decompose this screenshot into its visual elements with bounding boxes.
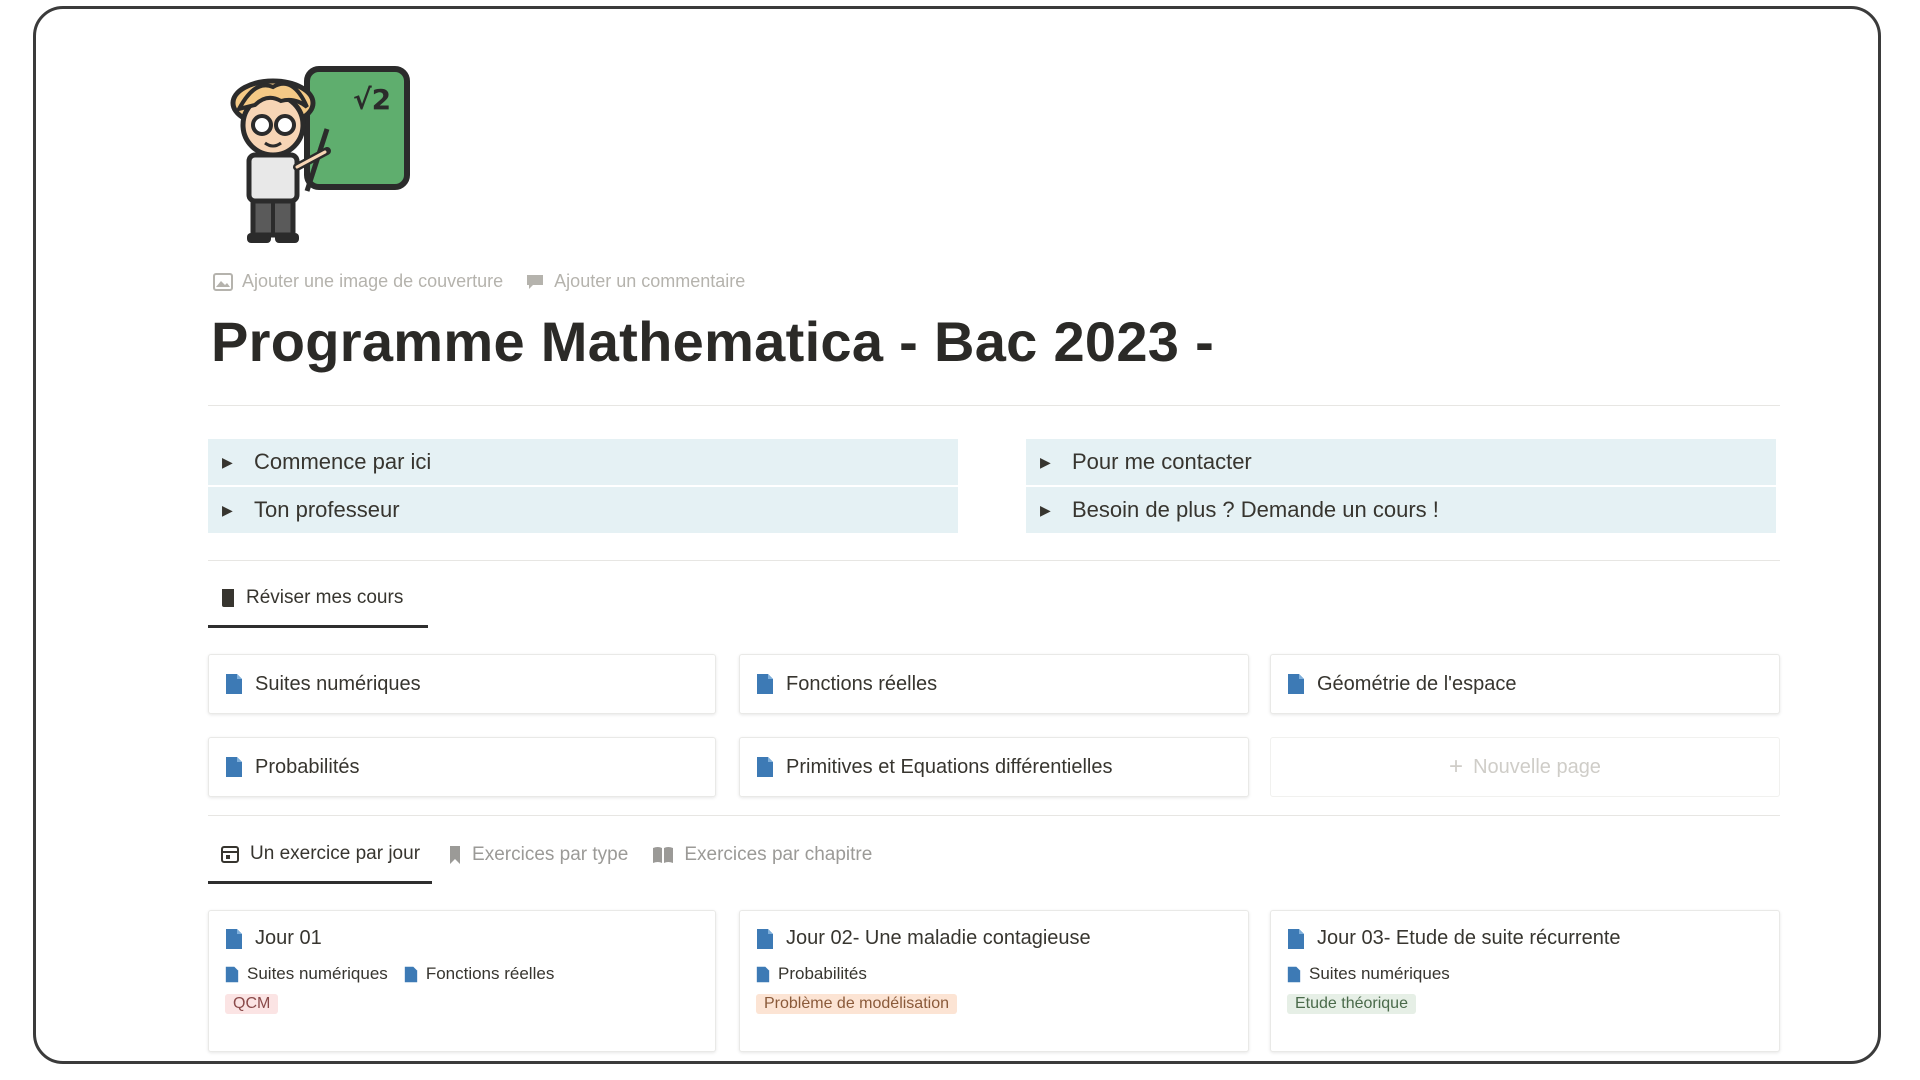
relation-list: Suites numériques Fonctions réelles <box>225 964 699 984</box>
section-divider <box>208 815 1780 816</box>
course-card[interactable]: Probabilités <box>208 737 716 797</box>
plus-icon: + <box>1449 753 1464 780</box>
courses-view-tabs: Réviser mes cours <box>208 587 428 628</box>
course-title: Probabilités <box>255 755 360 778</box>
blue-document-icon <box>1287 966 1301 982</box>
relation-label: Suites numériques <box>247 964 388 983</box>
blue-document-icon <box>225 966 239 982</box>
add-comment-button[interactable]: Ajouter un commentaire <box>525 271 745 292</box>
new-page-label: Nouvelle page <box>1473 755 1601 778</box>
teacher-with-chalkboard-icon[interactable]: √2 <box>215 51 415 251</box>
tab-exercices-par-type[interactable]: Exercices par type <box>436 844 640 884</box>
blue-document-icon <box>226 757 242 777</box>
exercise-title: Jour 03- Etude de suite récurrente <box>1317 927 1621 949</box>
course-card[interactable]: Géométrie de l'espace <box>1270 654 1780 714</box>
course-title: Fonctions réelles <box>786 672 938 695</box>
toggle-commence-par-ici[interactable]: ▶ Commence par ici <box>208 439 958 485</box>
toggle-pour-me-contacter[interactable]: ▶ Pour me contacter <box>1026 439 1776 485</box>
relation-chip[interactable]: Probabilités <box>756 964 867 984</box>
relation-label: Fonctions réelles <box>425 964 555 983</box>
exercise-card[interactable]: Jour 01 Suites numériques Fonctions réel… <box>208 910 716 1052</box>
exercise-card[interactable]: Jour 02- Une maladie contagieuse Probabi… <box>739 910 1249 1052</box>
bookmark-icon <box>450 846 461 864</box>
add-cover-button[interactable]: Ajouter une image de couverture <box>213 271 503 292</box>
tab-label: Un exercice par jour <box>250 843 421 864</box>
tab-label: Exercices par type <box>472 844 629 865</box>
relation-label: Suites numériques <box>1309 964 1450 983</box>
exercise-title: Jour 02- Une maladie contagieuse <box>786 927 1091 949</box>
add-cover-label: Ajouter une image de couverture <box>242 271 504 291</box>
toggle-arrow-icon: ▶ <box>222 453 233 470</box>
exercise-view-tabs: Un exercice par jour Exercices par type … <box>208 843 884 884</box>
course-card[interactable]: Primitives et Equations différentielles <box>739 737 1249 797</box>
blue-document-icon <box>757 928 773 949</box>
toggle-label: Besoin de plus ? Demande un cours ! <box>1072 497 1439 522</box>
relation-chip[interactable]: Suites numériques <box>1287 964 1450 984</box>
toggle-column-left: ▶ Commence par ici ▶ Ton professeur <box>208 439 958 533</box>
section-divider <box>208 560 1780 561</box>
exercise-card[interactable]: Jour 03- Etude de suite récurrente Suite… <box>1270 910 1780 1052</box>
page-title[interactable]: Programme Mathematica - Bac 2023 - <box>211 309 1214 374</box>
exercise-type-tag: Etude théorique <box>1287 994 1416 1014</box>
relation-list: Suites numériques <box>1287 964 1763 984</box>
course-card[interactable]: Suites numériques <box>208 654 716 714</box>
blue-document-icon <box>404 966 417 982</box>
toggle-arrow-icon: ▶ <box>222 501 233 518</box>
toggle-ton-professeur[interactable]: ▶ Ton professeur <box>208 487 958 533</box>
tab-exercices-par-chapitre[interactable]: Exercices par chapitre <box>640 844 884 884</box>
title-divider <box>208 405 1780 406</box>
image-icon <box>213 272 233 291</box>
notion-page-frame: √2 Ajouter une image de couverture Ajout… <box>33 6 1881 1064</box>
toggle-label: Ton professeur <box>254 497 400 522</box>
page-content: √2 Ajouter une image de couverture Ajout… <box>173 9 1780 1061</box>
blue-document-icon <box>226 674 242 694</box>
toggle-column-right: ▶ Pour me contacter ▶ Besoin de plus ? D… <box>1026 439 1776 533</box>
course-card[interactable]: Fonctions réelles <box>739 654 1249 714</box>
blue-document-icon <box>226 928 242 949</box>
blue-document-icon <box>757 674 773 694</box>
tab-un-exercice-par-jour[interactable]: Un exercice par jour <box>208 843 433 884</box>
blue-document-icon <box>756 966 770 982</box>
toggle-arrow-icon: ▶ <box>1040 501 1051 518</box>
course-title: Géométrie de l'espace <box>1317 672 1517 695</box>
toggle-label: Commence par ici <box>254 449 432 474</box>
tab-label: Exercices par chapitre <box>684 844 873 865</box>
book-icon <box>222 589 234 607</box>
tab-reviser-mes-cours[interactable]: Réviser mes cours <box>208 587 428 628</box>
course-title: Suites numériques <box>255 672 421 695</box>
tab-label: Réviser mes cours <box>246 587 404 608</box>
toggle-besoin-de-plus[interactable]: ▶ Besoin de plus ? Demande un cours ! <box>1026 487 1776 533</box>
page-actions-bar: Ajouter une image de couverture Ajouter … <box>213 271 745 292</box>
svg-text:√2: √2 <box>353 83 391 116</box>
calendar-icon <box>221 846 239 863</box>
toggle-label: Pour me contacter <box>1072 449 1252 474</box>
open-book-icon <box>653 847 674 863</box>
add-comment-label: Ajouter un commentaire <box>554 271 746 291</box>
blue-document-icon <box>757 757 773 777</box>
course-title: Primitives et Equations différentielles <box>786 755 1113 778</box>
relation-chip[interactable]: Suites numériques <box>225 964 388 984</box>
blue-document-icon <box>1288 674 1304 694</box>
new-page-button[interactable]: + Nouvelle page <box>1270 737 1780 797</box>
exercise-title: Jour 01 <box>255 927 322 949</box>
toggle-arrow-icon: ▶ <box>1040 453 1051 470</box>
blue-document-icon <box>1288 928 1304 949</box>
relation-label: Probabilités <box>778 964 867 983</box>
relation-list: Probabilités <box>756 964 1232 984</box>
exercise-type-tag: QCM <box>225 994 279 1014</box>
exercise-type-tag: Problème de modélisation <box>756 994 957 1014</box>
relation-chip[interactable]: Fonctions réelles <box>404 964 555 984</box>
comment-icon <box>527 274 544 289</box>
